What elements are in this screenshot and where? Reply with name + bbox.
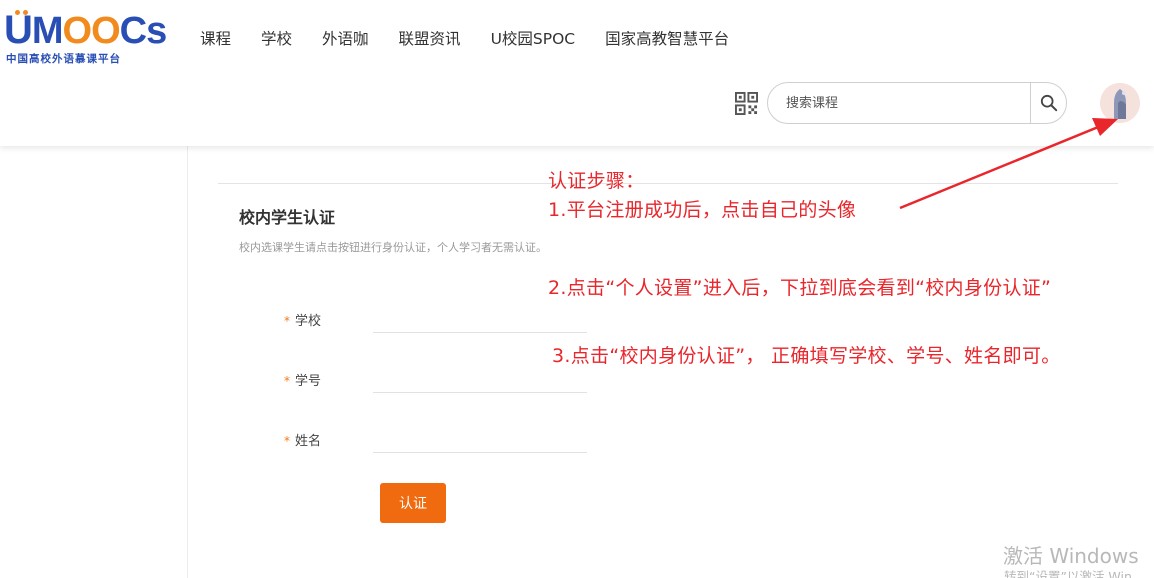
logo-subtitle: 中国高校外语慕课平台 — [6, 53, 121, 65]
page-description: 校内选课学生请点击按钮进行身份认证，个人学习者无需认证。 — [239, 241, 547, 254]
qr-code-icon[interactable] — [735, 92, 758, 115]
sidebar-divider — [187, 146, 188, 578]
nav-item-national-platform[interactable]: 国家高教智慧平台 — [605, 27, 729, 49]
required-mark: * — [284, 434, 290, 448]
avatar-figure-icon — [1100, 83, 1140, 123]
main-nav: 课程 学校 外语咖 联盟资讯 U校园SPOC 国家高教智慧平台 — [200, 27, 759, 49]
nav-item-language-cafe[interactable]: 外语咖 — [322, 27, 369, 49]
search-icon — [1040, 94, 1057, 112]
logo-wordmark: UMOOCs — [4, 8, 167, 52]
site-header: UMOOCs 中国高校外语慕课平台 课程 学校 外语咖 联盟资讯 U校园SPOC… — [0, 0, 1154, 146]
search-input[interactable] — [786, 92, 1026, 114]
annotation-step-3: 3.点击“校内身份认证”， 正确填写学校、学号、姓名即可。 — [552, 345, 1061, 367]
search-bar — [767, 82, 1067, 124]
nav-item-schools[interactable]: 学校 — [261, 27, 292, 49]
windows-activation-watermark: 激活 Windows — [1003, 544, 1139, 568]
annotation-step-2: 2.点击“个人设置”进入后，下拉到底会看到“校内身份认证” — [548, 277, 1052, 299]
nav-item-courses[interactable]: 课程 — [200, 27, 231, 49]
name-label: * 姓名 — [284, 434, 322, 449]
student-id-label: * 学号 — [284, 374, 322, 389]
user-avatar[interactable] — [1100, 83, 1140, 123]
content-divider — [218, 183, 1118, 184]
nav-item-alliance-news[interactable]: 联盟资讯 — [399, 27, 461, 49]
verify-button[interactable]: 认证 — [380, 483, 446, 523]
school-field[interactable] — [373, 301, 587, 333]
umoocs-logo[interactable]: UMOOCs 中国高校外语慕课平台 — [4, 8, 167, 68]
required-mark: * — [284, 374, 290, 388]
school-label: * 学校 — [284, 314, 322, 329]
page-title: 校内学生认证 — [239, 208, 336, 227]
nav-item-u-campus-spoc[interactable]: U校园SPOC — [491, 27, 576, 49]
required-mark: * — [284, 314, 290, 328]
windows-activation-hint: 转到“设置”以激活 Win — [1004, 569, 1132, 578]
name-field[interactable] — [373, 421, 587, 453]
search-button[interactable] — [1030, 83, 1066, 123]
annotation-step-1: 1.平台注册成功后，点击自己的头像 — [548, 199, 857, 221]
annotation-heading: 认证步骤： — [548, 170, 645, 192]
